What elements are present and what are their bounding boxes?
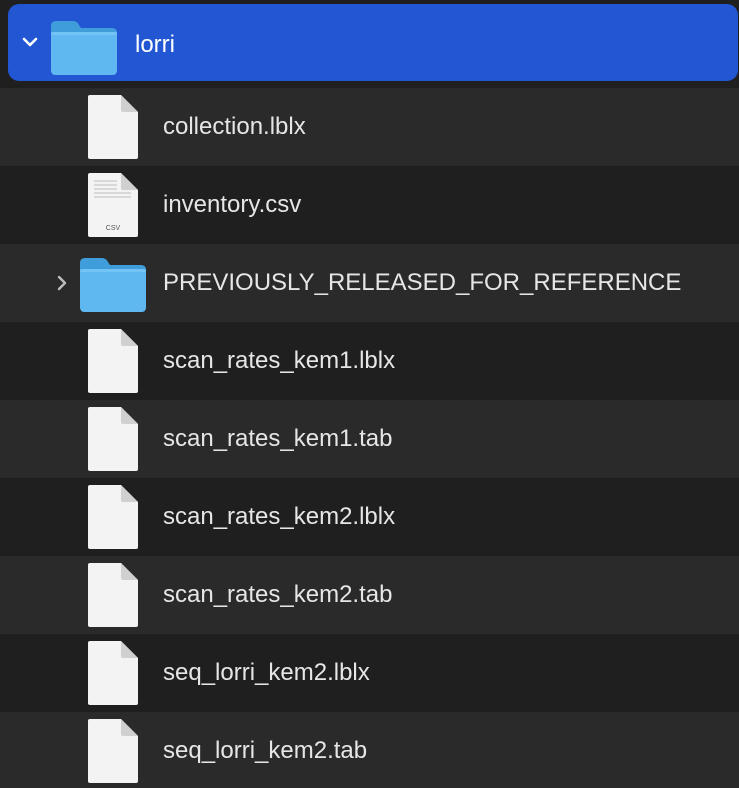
file-name: scan_rates_kem1.tab (163, 425, 393, 452)
file-row[interactable]: seq_lorri_kem2.lblx (0, 634, 739, 712)
document-icon (88, 329, 138, 393)
csv-file-icon: CSV (88, 173, 138, 237)
file-name: scan_rates_kem2.tab (163, 581, 393, 608)
document-icon (88, 407, 138, 471)
folder-row[interactable]: PREVIOUSLY_RELEASED_FOR_REFERENCE (0, 244, 739, 322)
file-name: collection.lblx (163, 113, 306, 140)
document-icon (88, 563, 138, 627)
document-icon (88, 95, 138, 159)
file-list: lorri collection.lblx CSV inventory.csv (0, 0, 739, 788)
chevron-down-icon[interactable] (19, 31, 41, 53)
folder-icon (80, 258, 146, 312)
folder-name: PREVIOUSLY_RELEASED_FOR_REFERENCE (163, 269, 682, 296)
document-icon (88, 485, 138, 549)
file-row[interactable]: scan_rates_kem1.tab (0, 400, 739, 478)
file-row[interactable]: scan_rates_kem1.lblx (0, 322, 739, 400)
file-name: scan_rates_kem1.lblx (163, 347, 396, 374)
file-name: scan_rates_kem2.lblx (163, 503, 396, 530)
file-name: seq_lorri_kem2.lblx (163, 659, 370, 686)
file-name: seq_lorri_kem2.tab (163, 737, 368, 764)
csv-badge: CSV (106, 225, 121, 232)
document-icon (88, 641, 138, 705)
folder-name: lorri (135, 31, 175, 58)
chevron-right-icon[interactable] (51, 272, 73, 294)
file-row[interactable]: scan_rates_kem2.tab (0, 556, 739, 634)
document-icon (88, 719, 138, 783)
file-row[interactable]: CSV inventory.csv (0, 166, 739, 244)
folder-icon (51, 21, 117, 75)
file-name: inventory.csv (163, 191, 302, 218)
file-row[interactable]: scan_rates_kem2.lblx (0, 478, 739, 556)
file-row[interactable]: collection.lblx (0, 88, 739, 166)
folder-row-lorri[interactable]: lorri (8, 4, 738, 81)
file-row[interactable]: seq_lorri_kem2.tab (0, 712, 739, 788)
